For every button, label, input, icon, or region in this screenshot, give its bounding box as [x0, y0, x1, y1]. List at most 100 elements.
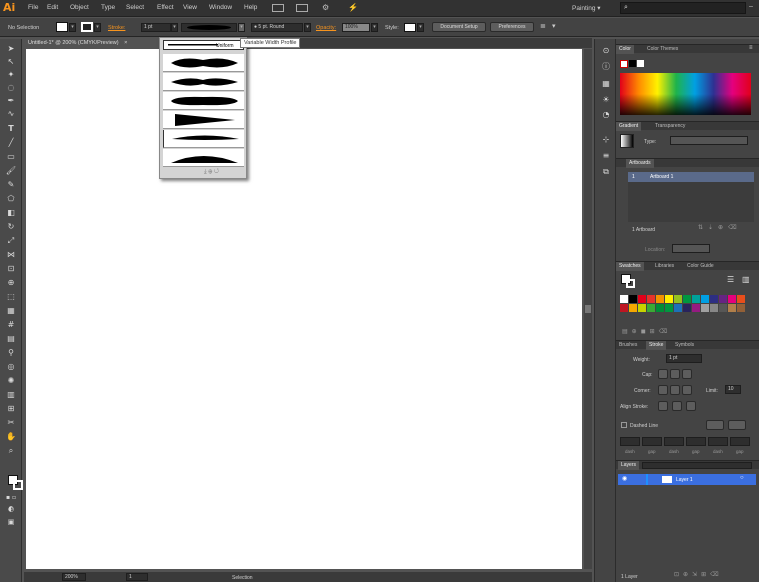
color-mode-icons[interactable]: ▪ ▫ ⊘ — [4, 492, 18, 512]
close-icon[interactable]: × — [124, 40, 127, 46]
blend-tool-icon[interactable]: ◎ — [4, 361, 18, 372]
paintbrush-tool-icon[interactable]: 🖌 — [4, 165, 18, 176]
swatch-actions-icons[interactable]: ▤⊕◼⊞⌫ — [622, 328, 671, 335]
width-profile-uniform[interactable]: Uniform — [163, 40, 244, 50]
menu-view[interactable]: View — [183, 4, 197, 11]
color-swatch[interactable] — [629, 295, 637, 303]
panel-menu-icon[interactable]: ≡ — [749, 45, 753, 51]
color-swatch[interactable] — [638, 295, 646, 303]
arrange-documents-icon[interactable] — [296, 4, 308, 12]
slice-tool-icon[interactable]: ✂ — [4, 417, 18, 428]
document-tab[interactable]: Untitled-1* @ 200% (CMYK/Preview) × — [24, 38, 162, 48]
color-swatch[interactable] — [710, 304, 718, 312]
magic-wand-tool-icon[interactable]: ✦ — [4, 69, 18, 80]
artboard-tool-icon[interactable]: ⊞ — [4, 403, 18, 414]
workspace-switcher[interactable]: Painting ▾ — [572, 4, 601, 12]
round-cap-button[interactable] — [670, 369, 680, 379]
selection-tool-icon[interactable]: ➤ — [4, 43, 18, 54]
color-swatch[interactable] — [692, 304, 700, 312]
list-view-icon[interactable]: ☰ — [727, 275, 734, 284]
dash-align-corners-button[interactable] — [728, 420, 746, 430]
gap-field-2[interactable] — [686, 437, 706, 446]
tab-color-guide[interactable]: Color Guide — [684, 262, 717, 271]
width-profile-6[interactable] — [163, 149, 244, 167]
menu-type[interactable]: Type — [101, 4, 115, 11]
appearance-icon[interactable]: ▦ — [599, 78, 613, 89]
width-profile-4[interactable] — [163, 111, 244, 129]
fill-dropdown[interactable]: ▾ — [69, 23, 76, 32]
brightness-icon[interactable]: ☀ — [599, 94, 613, 105]
weight-field[interactable]: 1 pt — [666, 354, 702, 363]
navigator-icon[interactable]: ⊙ — [599, 45, 613, 56]
stroke-weight-field[interactable]: 1 pt — [141, 23, 171, 32]
align-outside-button[interactable] — [686, 401, 696, 411]
stroke-weight-dropdown[interactable]: ▾ — [171, 23, 178, 32]
projecting-cap-button[interactable] — [682, 369, 692, 379]
screen-mode-icon[interactable]: ▣ — [4, 517, 18, 528]
menu-window[interactable]: Window — [209, 4, 232, 11]
brush-dropdown[interactable]: ▾ — [304, 23, 311, 32]
color-swatch[interactable] — [638, 304, 646, 312]
dash-field-2[interactable] — [664, 437, 684, 446]
bevel-join-button[interactable] — [682, 385, 692, 395]
vertical-scrollbar[interactable] — [584, 49, 592, 569]
opacity-field[interactable]: 100% — [342, 23, 370, 32]
swatch-stroke-icon[interactable] — [626, 279, 635, 288]
limit-field[interactable]: 10 — [725, 385, 741, 394]
live-paint-tool-icon[interactable]: ⬚ — [4, 291, 18, 302]
color-swatch[interactable] — [647, 304, 655, 312]
color-swatch[interactable] — [647, 295, 655, 303]
pen-tool-icon[interactable]: ✒ — [4, 95, 18, 106]
menu-effect[interactable]: Effect — [157, 4, 174, 11]
graphic-style-dropdown[interactable]: ▾ — [417, 23, 424, 32]
pathfinder-icon[interactable]: ⧉ — [599, 166, 613, 177]
brush-definition-field[interactable]: ● 5 pt. Round — [251, 23, 303, 32]
artboard-number-field[interactable]: 1 — [126, 573, 148, 581]
gap-field-1[interactable] — [642, 437, 662, 446]
tab-color[interactable]: Color — [616, 45, 634, 54]
layer-target-icon[interactable]: ○ — [740, 475, 744, 481]
preferences-button[interactable]: Preferences — [490, 22, 534, 32]
gpu-performance-icon[interactable]: ⚡ — [348, 3, 358, 12]
width-profile-5[interactable] — [163, 130, 244, 148]
menu-select[interactable]: Select — [126, 4, 144, 11]
tab-artboards[interactable]: Artboards — [626, 159, 654, 168]
width-profile-1[interactable] — [163, 54, 244, 72]
bridge-icon[interactable] — [272, 4, 284, 12]
zoom-tool-icon[interactable]: ⌕ — [4, 445, 18, 456]
dashed-line-checkbox[interactable] — [621, 422, 627, 428]
color-spectrum[interactable] — [620, 73, 751, 115]
stroke-dropdown[interactable]: ▾ — [94, 23, 101, 32]
graphic-styles-icon[interactable]: ◔ — [599, 109, 613, 120]
round-join-button[interactable] — [670, 385, 680, 395]
artboard-actions-icons[interactable]: ⇅⇣⊕⌫ — [698, 224, 742, 231]
minimize-button[interactable]: – — [749, 3, 753, 10]
color-swatch[interactable] — [629, 304, 637, 312]
symbol-sprayer-tool-icon[interactable]: ✺ — [4, 375, 18, 386]
swatch-grid[interactable] — [620, 295, 750, 325]
stroke-label[interactable]: Stroke: — [108, 25, 125, 31]
curvature-tool-icon[interactable]: ∿ — [4, 108, 18, 119]
color-swatch[interactable] — [674, 295, 682, 303]
free-transform-tool-icon[interactable]: ⊡ — [4, 263, 18, 274]
scale-tool-icon[interactable]: ⤢ — [4, 235, 18, 246]
pencil-tool-icon[interactable]: ✎ — [4, 179, 18, 190]
tab-symbols[interactable]: Symbols — [672, 341, 697, 350]
line-tool-icon[interactable]: ╱ — [4, 137, 18, 148]
none-swatch-icon[interactable] — [620, 60, 628, 68]
menu-help[interactable]: Help — [244, 4, 257, 11]
color-swatch[interactable] — [701, 295, 709, 303]
color-swatch[interactable] — [683, 304, 691, 312]
info-icon[interactable]: ⓘ — [599, 61, 613, 72]
align-center-button[interactable] — [658, 401, 668, 411]
graphic-style-swatch[interactable] — [404, 23, 416, 32]
stroke-swatch[interactable] — [81, 22, 93, 32]
align-icon[interactable]: ≡ — [599, 150, 613, 161]
align-inside-button[interactable] — [672, 401, 682, 411]
color-swatch[interactable] — [620, 295, 628, 303]
dash-align-exact-button[interactable] — [706, 420, 724, 430]
type-tool-icon[interactable]: T — [4, 123, 18, 134]
zoom-field[interactable]: 200% — [62, 573, 86, 581]
gradient-type-select[interactable] — [670, 136, 748, 145]
color-swatch[interactable] — [674, 304, 682, 312]
